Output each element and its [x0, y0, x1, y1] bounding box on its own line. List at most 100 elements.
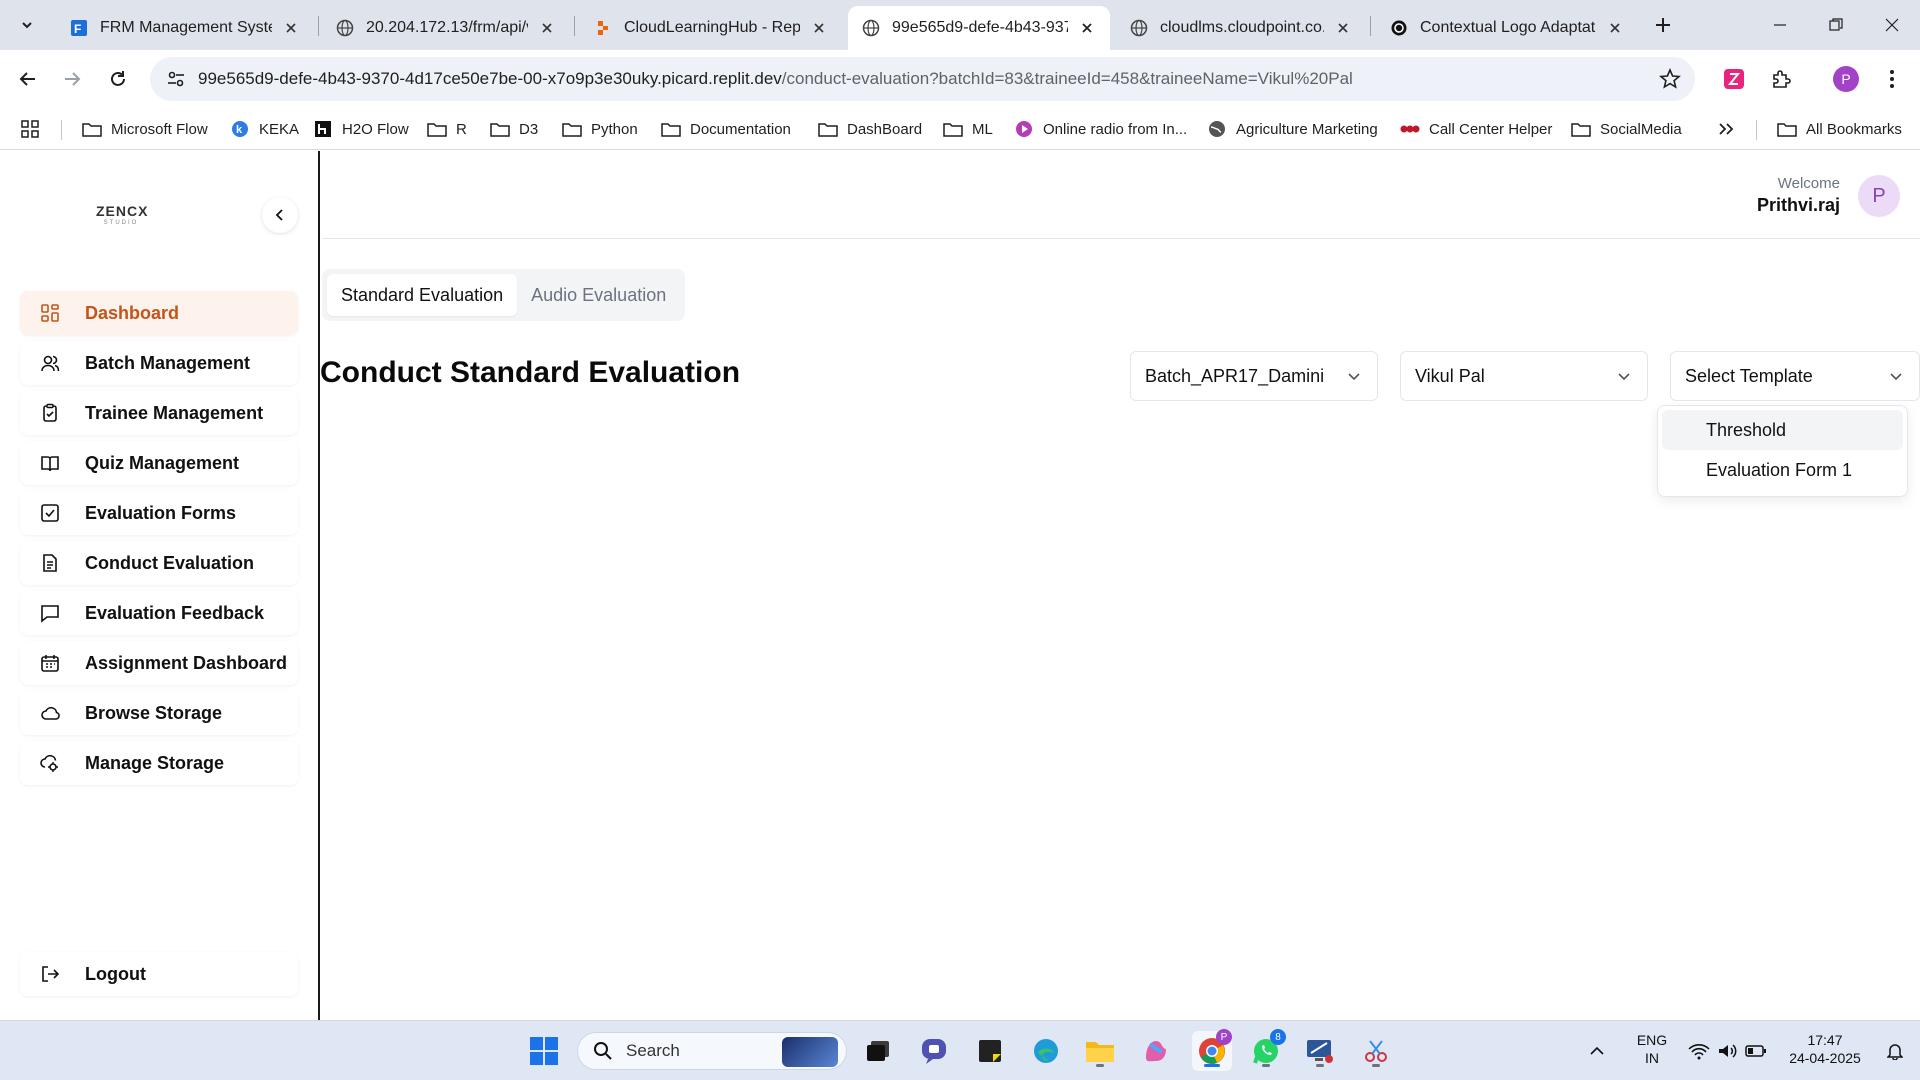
bookmark-item[interactable]: Online radio from In... [1014, 116, 1187, 142]
browser-tab[interactable]: Contextual Logo Adaptatio [1376, 6, 1638, 50]
folder-icon [1571, 120, 1591, 138]
book-icon [40, 453, 60, 473]
file-explorer-icon[interactable] [1080, 1031, 1120, 1071]
browser-tab[interactable]: cloudlms.cloudpoint.co.in/ [1116, 6, 1366, 50]
bookmark-item[interactable]: R [427, 116, 467, 142]
edge-browser-icon[interactable] [1026, 1031, 1066, 1071]
browser-menu-button[interactable] [1876, 63, 1908, 95]
more-bookmarks-button[interactable] [1718, 116, 1734, 142]
chrome-taskbar-icon[interactable]: P [1192, 1029, 1232, 1071]
chevron-down-icon [1615, 367, 1633, 385]
tab-standard-evaluation[interactable]: Standard Evaluation [327, 274, 518, 316]
snipping-tool-icon[interactable] [1356, 1031, 1396, 1071]
minimize-button[interactable] [1752, 0, 1808, 50]
start-button[interactable] [524, 1031, 564, 1071]
site-info-icon[interactable] [154, 57, 198, 101]
browser-tab[interactable]: F FRM Management System [56, 6, 314, 50]
all-bookmarks-button[interactable]: All Bookmarks [1777, 116, 1902, 142]
browser-tab-active[interactable]: 99e565d9-defe-4b43-9370 [848, 6, 1110, 50]
sidebar-item-conduct-evaluation[interactable]: Conduct Evaluation [20, 541, 298, 585]
profile-button[interactable]: P [1830, 63, 1862, 95]
bookmark-star-icon[interactable] [1655, 64, 1685, 94]
bell-icon [1887, 1044, 1903, 1060]
url-text[interactable]: 99e565d9-defe-4b43-9370-4d17ce50e7be-00-… [198, 69, 1353, 89]
bookmark-item[interactable]: Agriculture Marketing [1207, 116, 1378, 142]
globe-icon [1207, 120, 1227, 138]
bookmark-item[interactable]: Microsoft Flow [82, 116, 208, 142]
remote-desktop-icon[interactable] [1300, 1031, 1340, 1071]
browser-tab[interactable]: 20.204.172.13/frm/api/v1/t [322, 6, 570, 50]
back-button[interactable] [12, 63, 44, 95]
sidebar-item-evaluation-feedback[interactable]: Evaluation Feedback [20, 591, 298, 635]
trainee-select[interactable]: Vikul Pal [1400, 351, 1648, 401]
folder-icon [490, 120, 510, 138]
show-hidden-icons-button[interactable] [1582, 1031, 1612, 1071]
template-option[interactable]: Threshold [1662, 410, 1903, 450]
sidebar-item-quiz-management[interactable]: Quiz Management [20, 441, 298, 485]
url-host: 99e565d9-defe-4b43-9370-4d17ce50e7be-00-… [198, 69, 782, 88]
sidebar-item-browse-storage[interactable]: Browse Storage [20, 691, 298, 735]
restore-button[interactable] [1808, 0, 1864, 50]
bookmark-item[interactable]: SocialMedia [1571, 116, 1682, 142]
address-bar[interactable]: 99e565d9-defe-4b43-9370-4d17ce50e7be-00-… [150, 57, 1695, 101]
bookmark-item[interactable]: Python [562, 116, 638, 142]
close-icon[interactable] [282, 19, 300, 37]
reload-button[interactable] [102, 63, 134, 95]
task-view-icon[interactable] [858, 1031, 898, 1071]
tab-title: 20.204.172.13/frm/api/v1/t [366, 19, 528, 36]
tab-audio-evaluation[interactable]: Audio Evaluation [517, 274, 680, 316]
sidebar-item-dashboard[interactable]: Dashboard [20, 291, 298, 335]
new-tab-button[interactable] [1648, 10, 1678, 40]
restore-icon [1829, 18, 1843, 31]
tab-search-button[interactable] [12, 10, 42, 40]
grid-icon [40, 303, 60, 323]
sidebar-collapse-button[interactable] [262, 197, 298, 233]
logout-button[interactable]: Logout [20, 952, 298, 996]
username: Prithvi.raj [1756, 195, 1840, 215]
sidebar-item-label: Manage Storage [85, 752, 225, 773]
teams-chat-icon[interactable] [914, 1031, 954, 1071]
welcome-block: Welcome Prithvi.raj [1757, 175, 1840, 216]
bookmark-item[interactable]: Call Center Helper [1400, 116, 1552, 142]
sidebar-item-manage-storage[interactable]: Manage Storage [20, 741, 298, 785]
browser-tab[interactable]: CloudLearningHub - Replit [580, 6, 842, 50]
extensions-puzzle-icon[interactable] [1765, 63, 1797, 95]
close-icon[interactable] [1606, 19, 1624, 37]
bookmark-item[interactable]: Documentation [661, 116, 791, 142]
notifications-button[interactable] [1880, 1031, 1910, 1071]
template-select[interactable]: Select Template [1670, 351, 1920, 401]
sidebar-item-trainee-management[interactable]: Trainee Management [20, 391, 298, 435]
language-indicator[interactable]: ENG IN [1632, 1031, 1672, 1067]
template-option[interactable]: Evaluation Form 1 [1662, 450, 1903, 490]
system-status-group[interactable] [1682, 1031, 1772, 1071]
app-logo[interactable]: ZENCX STUDIO [96, 203, 149, 226]
close-icon[interactable] [1078, 19, 1096, 37]
bookmark-item[interactable]: H2O Flow [313, 116, 409, 142]
copilot-icon[interactable] [1136, 1031, 1176, 1071]
keka-icon: k [230, 120, 250, 138]
bookmark-item[interactable]: ML [943, 116, 993, 142]
clock[interactable]: 17:47 24-04-2025 [1782, 1031, 1868, 1067]
avatar[interactable]: P [1858, 175, 1900, 217]
bookmark-label: DashBoard [847, 120, 923, 138]
forward-button[interactable] [56, 63, 88, 95]
bookmark-item[interactable]: DashBoard [818, 116, 922, 142]
minimize-icon [1774, 24, 1786, 26]
close-window-button[interactable] [1864, 0, 1920, 50]
logo-text: ZENCX [96, 203, 149, 219]
bookmark-item[interactable]: k KEKA [230, 116, 299, 142]
sidebar-item-assignment-dashboard[interactable]: Assignment Dashboard [20, 641, 298, 685]
bookmark-item[interactable]: D3 [490, 116, 538, 142]
batch-select[interactable]: Batch_APR17_Damini [1130, 351, 1378, 401]
whatsapp-icon[interactable]: 8 [1246, 1029, 1286, 1071]
close-icon[interactable] [810, 19, 828, 37]
taskbar-search[interactable]: Search [577, 1032, 847, 1070]
sidebar-item-evaluation-forms[interactable]: Evaluation Forms [20, 491, 298, 535]
apps-button[interactable] [20, 116, 40, 142]
sticky-notes-icon[interactable] [970, 1031, 1010, 1071]
sidebar-item-batch-management[interactable]: Batch Management [20, 341, 298, 385]
close-icon[interactable] [538, 19, 556, 37]
template-select-value: Select Template [1685, 365, 1813, 386]
close-icon[interactable] [1334, 19, 1352, 37]
extension-icon[interactable] [1718, 63, 1750, 95]
